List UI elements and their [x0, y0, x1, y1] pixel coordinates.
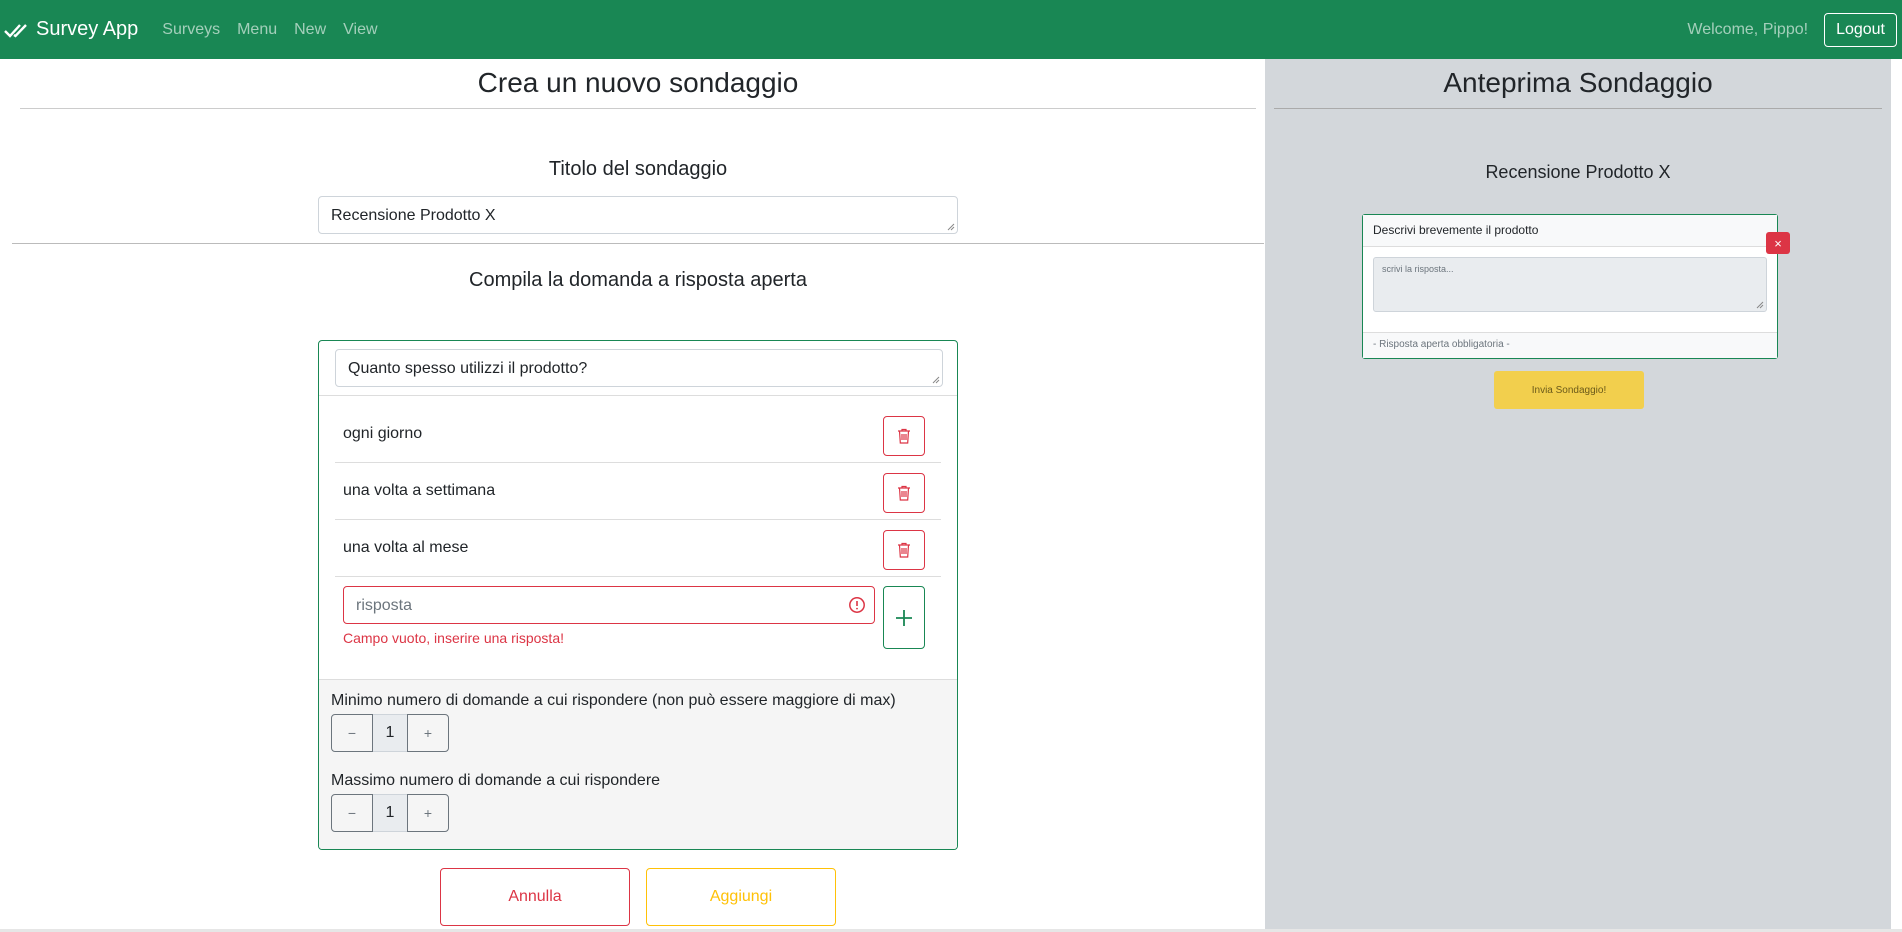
question-input[interactable]: Quanto spesso utilizzi il prodotto? [335, 349, 943, 387]
survey-editor: Crea un nuovo sondaggio Titolo del sonda… [0, 59, 1265, 932]
survey-title-input[interactable]: Recensione Prodotto X [318, 196, 958, 234]
preview-question-footer: - Risposta aperta obbligatoria - [1363, 332, 1777, 358]
min-decrement-button[interactable]: − [331, 714, 373, 752]
remove-question-button[interactable]: × [1766, 232, 1790, 254]
nav-user-area: Welcome, Pippo! Logout [1687, 12, 1897, 47]
submit-survey-button[interactable]: Invia Sondaggio! [1494, 371, 1644, 409]
welcome-text: Welcome, Pippo! [1687, 20, 1809, 38]
preview-question-card: Descrivi brevemente il prodotto scrivi l… [1362, 214, 1778, 359]
answer-text: una volta a settimana [343, 482, 496, 499]
survey-title-label: Titolo del sondaggio [548, 158, 728, 180]
max-increment-button[interactable]: + [407, 794, 449, 832]
divider [12, 243, 1264, 244]
delete-answer-button[interactable] [883, 530, 925, 570]
preview-survey-title: Recensione Prodotto X [1485, 162, 1671, 182]
question-type-label: Compila la domanda a risposta aperta [469, 269, 807, 291]
logout-button[interactable]: Logout [1824, 12, 1897, 47]
min-stepper: − 1 + [331, 714, 947, 752]
answer-item: ogni giorno [335, 406, 941, 463]
navbar: Survey App Surveys Menu New View Welcome… [0, 0, 1902, 59]
max-label: Massimo numero di domande a cui risponde… [331, 772, 661, 789]
answer-item: una volta a settimana [335, 463, 941, 520]
nav-links: Surveys Menu New View [162, 21, 394, 39]
cancel-button[interactable]: Annulla [440, 868, 630, 926]
min-label: Minimo numero di domande a cui risponder… [331, 692, 896, 709]
new-answer-placeholder: risposta [356, 597, 413, 614]
error-message: Campo vuoto, inserire una risposta! [343, 630, 564, 646]
delete-answer-button[interactable] [883, 416, 925, 456]
resize-handle-icon[interactable] [947, 223, 955, 231]
min-value: 1 [373, 714, 407, 752]
question-value: Quanto spesso utilizzi il prodotto? [348, 360, 588, 377]
nav-link-new[interactable]: New [294, 21, 326, 39]
preview-answer-placeholder: scrivi la risposta... [1382, 264, 1454, 274]
new-answer-input[interactable]: risposta [343, 586, 875, 624]
trash-icon [898, 428, 910, 444]
add-question-button[interactable]: Aggiungi [646, 868, 836, 926]
exclamation-circle-icon [849, 597, 865, 613]
new-answer-row: risposta Campo vuoto, inserire una rispo… [335, 577, 941, 675]
nav-link-view[interactable]: View [343, 21, 377, 39]
nav-link-surveys[interactable]: Surveys [162, 21, 220, 39]
answer-item: una volta al mese [335, 520, 941, 577]
add-answer-button[interactable] [883, 586, 925, 649]
resize-handle-icon[interactable] [1756, 301, 1764, 309]
max-decrement-button[interactable]: − [331, 794, 373, 832]
page-title: Crea un nuovo sondaggio [477, 67, 799, 98]
answer-limits: Minimo numero di domande a cui risponder… [319, 679, 957, 849]
answer-text: ogni giorno [343, 425, 423, 442]
min-increment-button[interactable]: + [407, 714, 449, 752]
check-all-icon [4, 23, 27, 38]
survey-preview: Anteprima Sondaggio Recensione Prodotto … [1265, 59, 1891, 932]
answer-text: una volta al mese [343, 539, 469, 556]
divider [20, 108, 1256, 109]
delete-answer-button[interactable] [883, 473, 925, 513]
plus-icon [896, 609, 912, 626]
brand-name: Survey App [36, 18, 139, 40]
nav-link-menu[interactable]: Menu [237, 21, 277, 39]
preview-answer-textarea[interactable]: scrivi la risposta... [1373, 257, 1767, 312]
trash-icon [898, 542, 910, 558]
brand[interactable]: Survey App [4, 0, 138, 59]
question-card-header: Quanto spesso utilizzi il prodotto? [319, 341, 957, 396]
max-value: 1 [373, 794, 407, 832]
question-card: Quanto spesso utilizzi il prodotto? ogni… [318, 340, 958, 850]
max-stepper: − 1 + [331, 794, 947, 832]
answers-list: ogni giorno una volta a settimana una vo… [319, 396, 957, 675]
survey-title-value: Recensione Prodotto X [331, 207, 496, 224]
trash-icon [898, 485, 910, 501]
resize-handle-icon[interactable] [932, 376, 940, 384]
divider [1274, 108, 1882, 109]
preview-title: Anteprima Sondaggio [1443, 67, 1713, 98]
preview-question-text: Descrivi brevemente il prodotto [1363, 215, 1777, 247]
